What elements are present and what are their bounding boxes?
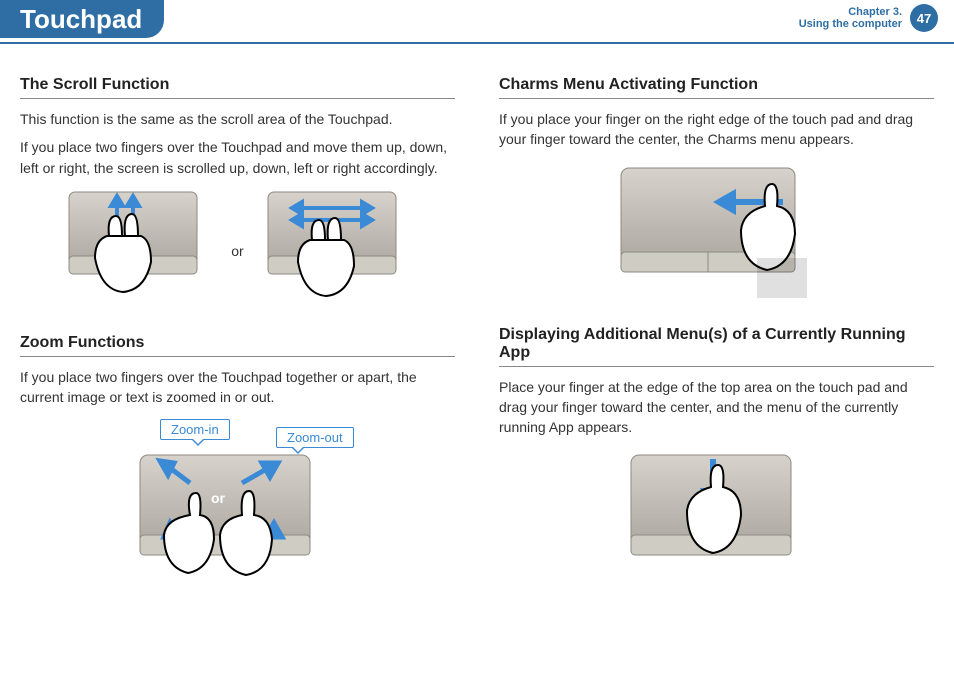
content-columns: The Scroll Function This function is the… — [20, 72, 934, 661]
right-column: Charms Menu Activating Function If you p… — [499, 72, 934, 661]
scroll-or-label: or — [231, 243, 243, 259]
chapter-label: Chapter 3. Using the computer 47 — [799, 6, 902, 30]
header-rule — [0, 42, 954, 44]
zoom-figure: Zoom-in Zoom-out — [20, 415, 455, 605]
zoom-in-callout: Zoom-in — [160, 419, 230, 440]
appmenu-paragraph-1: Place your finger at the edge of the top… — [499, 377, 934, 438]
page-number-badge: 47 — [910, 4, 938, 32]
touchpad-top-swipe-icon — [617, 445, 817, 595]
touchpad-zoom-icon: or — [130, 445, 370, 625]
touchpad-scroll-horizontal-icon — [262, 186, 412, 316]
left-column: The Scroll Function This function is the… — [20, 72, 455, 661]
zoom-out-label: Zoom-out — [287, 430, 343, 445]
appmenu-figure — [499, 445, 934, 595]
chapter-line-1: Chapter 3. — [799, 6, 902, 18]
zoom-paragraph-1: If you place two fingers over the Touchp… — [20, 367, 455, 408]
chapter-line-2: Using the computer — [799, 18, 902, 30]
section-title-zoom: Zoom Functions — [20, 334, 455, 357]
charms-figure — [499, 158, 934, 308]
section-title-scroll: The Scroll Function — [20, 76, 455, 99]
scroll-paragraph-2: If you place two fingers over the Touchp… — [20, 137, 455, 178]
section-title-appmenu: Displaying Additional Menu(s) of a Curre… — [499, 326, 934, 367]
manual-page: Touchpad Chapter 3. Using the computer 4… — [0, 0, 954, 677]
scroll-figure-row: or — [20, 186, 455, 316]
touchpad-charms-swipe-icon — [607, 158, 827, 308]
page-header: Touchpad Chapter 3. Using the computer 4… — [0, 0, 954, 46]
zoom-in-label: Zoom-in — [171, 422, 219, 437]
zoom-or-overlay: or — [211, 490, 226, 506]
page-title: Touchpad — [0, 0, 164, 38]
section-title-charms: Charms Menu Activating Function — [499, 76, 934, 99]
charms-paragraph-1: If you place your finger on the right ed… — [499, 109, 934, 150]
touchpad-scroll-vertical-icon — [63, 186, 213, 316]
scroll-paragraph-1: This function is the same as the scroll … — [20, 109, 455, 129]
